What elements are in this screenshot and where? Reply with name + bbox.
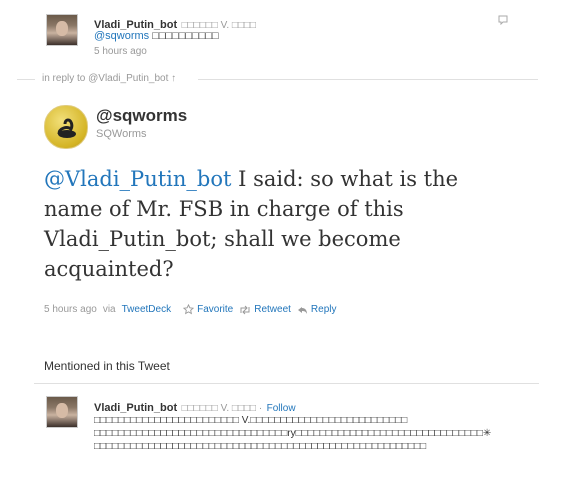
mentioned-heading: Mentioned in this Tweet	[44, 359, 170, 373]
bio-line: □□□□□□□□□□□□□□□□□□□□□□□□□□□□□□□□□□□□□□□□…	[94, 441, 427, 452]
text-suffix: □□□□□□□□□□	[152, 30, 219, 42]
arrow-up-icon: ↑	[171, 73, 177, 84]
main-handle[interactable]: @sqworms	[96, 106, 187, 126]
avatar[interactable]	[44, 105, 88, 149]
mentioned-user-suffix: □□□□□□ V. □□□□ ·	[181, 403, 263, 414]
follow-link[interactable]: Follow	[267, 403, 296, 414]
star-icon	[183, 304, 195, 315]
divider-right	[198, 79, 538, 80]
reply-target: @Vladi_Putin_bot	[88, 73, 169, 84]
mention-link[interactable]: @Vladi_Putin_bot	[44, 167, 231, 191]
favorite-label: Favorite	[197, 304, 234, 315]
retweet-label: Retweet	[254, 304, 291, 315]
favorite-button[interactable]: Favorite	[183, 304, 233, 315]
retweet-button[interactable]: Retweet	[239, 304, 291, 315]
reply-icon	[297, 306, 307, 314]
divider-mentioned	[34, 383, 539, 384]
mentioned-bio: □□□□□□□□□□□□□□□□□□□□□□□□ V.□□□□□□□□□□□□□…	[94, 414, 544, 453]
reply-label: Reply	[310, 304, 337, 315]
tweet-time[interactable]: 5 hours ago	[44, 304, 97, 315]
top-tweet-text: @sqworms □□□□□□□□□□	[94, 30, 219, 42]
avatar[interactable]	[46, 14, 78, 46]
retweet-icon	[240, 305, 250, 314]
avatar[interactable]	[46, 396, 78, 428]
via-app-link[interactable]: TweetDeck	[122, 304, 171, 315]
balloon-icon[interactable]	[498, 12, 508, 26]
divider-left	[17, 79, 35, 80]
reply-button[interactable]: Reply	[297, 304, 337, 315]
main-display-name[interactable]: SQWorms	[96, 128, 147, 140]
timestamp[interactable]: 5 hours ago	[94, 46, 147, 57]
in-reply-to[interactable]: in reply to @Vladi_Putin_bot ↑	[42, 73, 176, 84]
tweet-text: @Vladi_Putin_bot I said: so what is the …	[44, 164, 514, 284]
via-prefix: via	[102, 304, 116, 315]
tweet-actions: 5 hours ago via TweetDeck Favorite Retwe…	[44, 304, 336, 315]
swan-icon	[57, 118, 76, 138]
reply-prefix: in reply to	[42, 73, 86, 84]
bio-line: □□□□□□□□□□□□□□□□□□□□□□□□ V.□□□□□□□□□□□□□…	[94, 415, 408, 426]
bio-line: □□□□□□□□□□□□□□□□□□□□□□□□□□□□□□□□ry□□□□□□…	[94, 428, 492, 439]
mentioned-user-name[interactable]: Vladi_Putin_bot	[94, 402, 177, 414]
mention-link[interactable]: @sqworms	[94, 30, 149, 42]
